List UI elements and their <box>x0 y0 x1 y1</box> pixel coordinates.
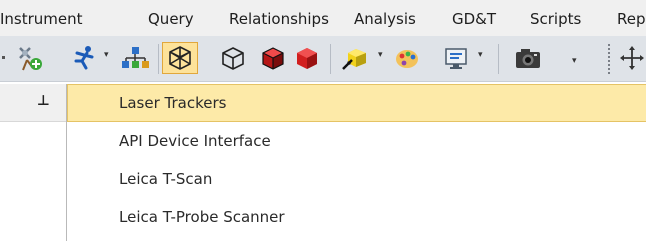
yellow-cube-icon[interactable] <box>340 44 370 72</box>
color-palette-icon[interactable] <box>392 44 422 72</box>
pin-icon[interactable]: ⊥ <box>37 93 50 109</box>
chevron-down-icon[interactable]: ▾ <box>104 50 109 60</box>
toolbar-separator <box>330 44 331 74</box>
menu-scripts[interactable]: Scripts <box>530 10 581 28</box>
network-hierarchy-icon[interactable] <box>120 44 150 72</box>
toolbar-overflow-icon[interactable]: ▾ <box>572 56 577 66</box>
instrument-dropdown-menu: Laser Trackers API Device Interface Leic… <box>66 84 646 241</box>
panel-header: ⊥ <box>0 84 66 122</box>
shaded-cube-icon[interactable] <box>258 44 288 72</box>
menu-item-api-device-interface[interactable]: API Device Interface <box>67 122 646 160</box>
add-point-icon[interactable] <box>14 44 44 72</box>
red-solid-icon[interactable] <box>292 44 322 72</box>
menu-item-label: Leica T-Scan <box>119 170 213 188</box>
toolbar: ▾ ▾ ▾ ▾ <box>0 36 646 82</box>
menu-item-label: Leica T-Probe Scanner <box>119 208 285 226</box>
menu-bar: Instrument Query Relationships Analysis … <box>0 0 646 36</box>
menu-item-label: Laser Trackers <box>119 94 227 112</box>
menu-analysis[interactable]: Analysis <box>354 10 416 28</box>
toolbar-grip-icon <box>0 44 8 72</box>
menu-gdt[interactable]: GD&T <box>452 10 496 28</box>
toolbar-separator <box>498 44 499 74</box>
menu-item-leica-t-scan[interactable]: Leica T-Scan <box>67 160 646 198</box>
menu-relationships[interactable]: Relationships <box>229 10 329 28</box>
menu-instrument[interactable]: Instrument <box>0 10 83 28</box>
outline-cube-icon[interactable] <box>218 44 248 72</box>
menu-reports-partial[interactable]: Rep <box>617 10 646 28</box>
move-handle-icon[interactable] <box>618 44 646 72</box>
toolbar-separator <box>158 44 159 74</box>
toolbar-grip-icon[interactable] <box>608 44 610 74</box>
menu-item-label: API Device Interface <box>119 132 271 150</box>
display-settings-icon[interactable] <box>442 44 472 72</box>
chevron-down-icon[interactable]: ▾ <box>478 50 483 60</box>
running-man-icon[interactable] <box>68 44 98 72</box>
menu-item-laser-trackers[interactable]: Laser Trackers <box>67 84 646 122</box>
camera-icon[interactable] <box>512 44 544 72</box>
menu-query[interactable]: Query <box>148 10 194 28</box>
menu-item-leica-t-probe-scanner[interactable]: Leica T-Probe Scanner <box>67 198 646 236</box>
wireframe-cube-icon[interactable] <box>162 42 198 74</box>
chevron-down-icon[interactable]: ▾ <box>378 50 383 60</box>
